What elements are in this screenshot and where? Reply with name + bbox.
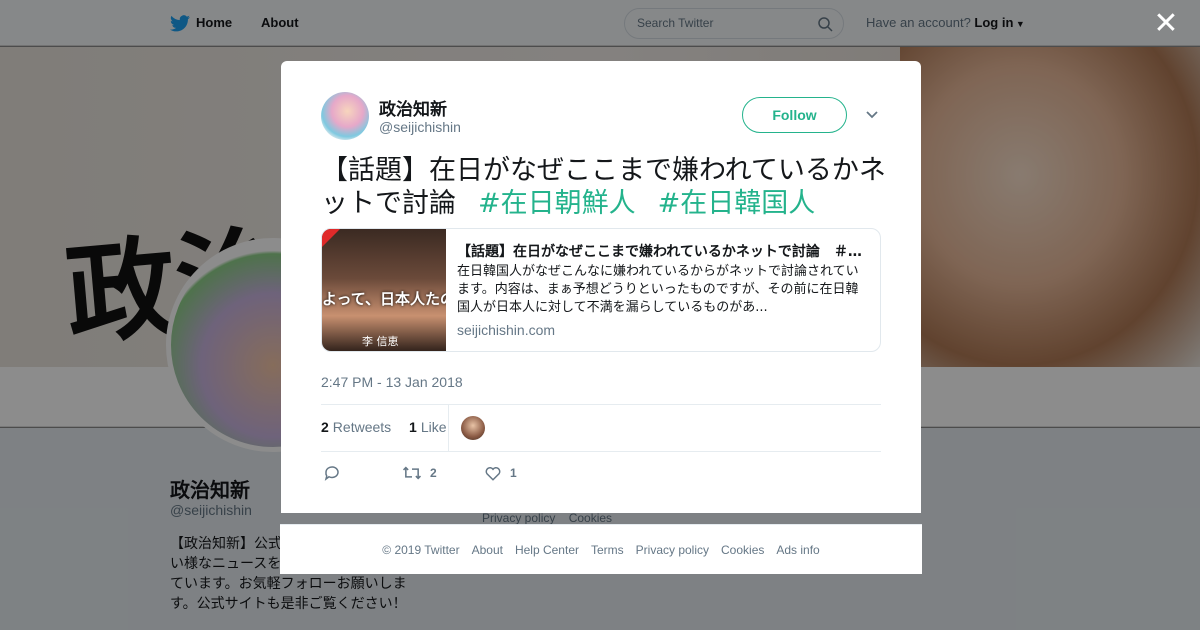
footer-link-help[interactable]: Help Center [515, 543, 579, 557]
card-thumbnail-caption: よって、日本人たのじゃないでしょ [322, 290, 446, 308]
like-button[interactable]: 1 [484, 463, 517, 483]
likes-stat[interactable]: 1 Like [409, 419, 446, 435]
hashtag-link[interactable]: #在日韓国人 [658, 188, 816, 219]
close-icon[interactable]: ✕ [1150, 8, 1182, 40]
card-description: 在日韓国人がなぜこんなに嫌われているからがネットで討論されています。内容は、まぁ… [457, 264, 859, 315]
footer-link-about[interactable]: About [472, 543, 503, 557]
tweet-modal: 政治知新 @seijichishin Follow 【話題】在日がなぜここまで嫌… [281, 61, 921, 513]
footer-copyright: © 2019 Twitter [382, 542, 460, 557]
footer-link-terms[interactable]: Terms [591, 543, 624, 557]
link-card[interactable]: よって、日本人たのじゃないでしょ 李 信恵 【話題】在日がなぜここまで嫌われてい… [321, 228, 881, 352]
tweet-stats: 2 Retweets 1 Like [321, 419, 447, 435]
footer-link-cookies[interactable]: Cookies [721, 543, 764, 557]
card-title: 【話題】在日がなぜここまで嫌われているかネットで討論 ＃… [457, 244, 862, 260]
stats-separator [448, 405, 449, 451]
retweet-count: 2 [430, 466, 437, 480]
tweet-text: 【話題】在日がなぜここまで嫌われているかネットで討論 #在日朝鮮人 #在日韓国人 [321, 154, 891, 220]
footer: © 2019 Twitter About Help Center Terms P… [280, 524, 922, 574]
reply-button[interactable] [323, 463, 341, 483]
card-domain: seijichishin.com [457, 322, 556, 338]
card-thumbnail: よって、日本人たのじゃないでしょ 李 信恵 [322, 229, 446, 351]
card-thumbnail-name: 李 信恵 [362, 335, 399, 348]
chevron-down-icon[interactable] [864, 107, 880, 123]
like-count: 1 [510, 466, 517, 480]
author-avatar[interactable] [321, 92, 369, 140]
author-name[interactable]: 政治知新 [379, 95, 447, 120]
footer-link-privacy[interactable]: Privacy policy [636, 543, 709, 557]
tweet-timestamp[interactable]: 2:47 PM - 13 Jan 2018 [321, 374, 463, 390]
footer-link-ads[interactable]: Ads info [776, 543, 819, 557]
retweet-button[interactable]: 2 [402, 463, 437, 483]
heart-icon [485, 467, 501, 481]
author-handle[interactable]: @seijichishin [379, 119, 461, 135]
hashtag-link[interactable]: #在日朝鮮人 [478, 188, 636, 219]
reply-icon [324, 466, 339, 481]
divider [321, 404, 881, 405]
card-thumbnail-badge [322, 229, 340, 247]
liker-avatar[interactable] [461, 416, 485, 440]
follow-button[interactable]: Follow [742, 97, 847, 133]
retweets-stat[interactable]: 2 Retweets [321, 419, 391, 435]
retweet-icon [402, 466, 422, 480]
divider [321, 451, 881, 452]
